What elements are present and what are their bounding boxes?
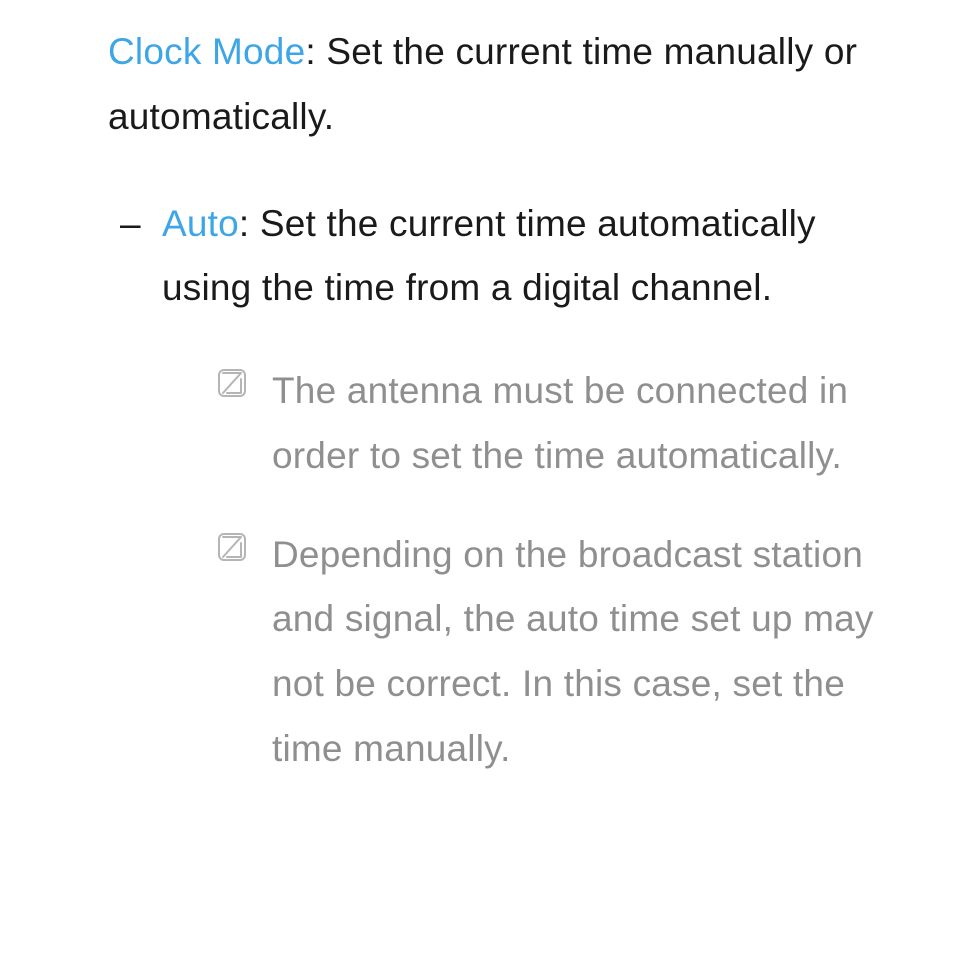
notes-block: The antenna must be connected in order t…	[162, 359, 894, 782]
note-text: The antenna must be connected in order t…	[272, 370, 848, 476]
auto-desc: : Set the current time automatically usi…	[162, 203, 816, 309]
manual-page: Clock Mode: Set the current time manuall…	[0, 0, 954, 782]
auto-term: Auto	[162, 203, 239, 244]
clock-mode-item: Clock Mode: Set the current time manuall…	[108, 20, 894, 150]
note-text: Depending on the broadcast station and s…	[272, 534, 874, 769]
note-item: The antenna must be connected in order t…	[216, 359, 894, 489]
note-icon	[216, 367, 248, 399]
note-item: Depending on the broadcast station and s…	[216, 523, 894, 782]
note-icon	[216, 531, 248, 563]
clock-mode-term: Clock Mode	[108, 31, 305, 72]
list-dash: –	[120, 192, 141, 257]
auto-item: – Auto: Set the current time automatical…	[108, 192, 894, 782]
